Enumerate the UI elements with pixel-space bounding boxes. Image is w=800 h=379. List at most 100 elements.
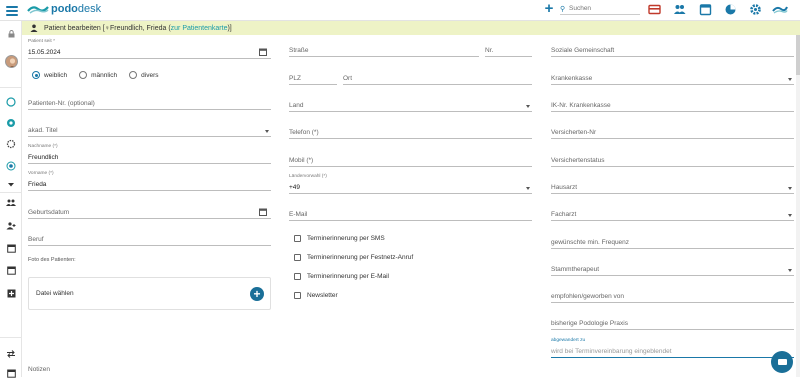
search-input[interactable] [569,5,637,12]
logo-text: pododesk [51,3,102,15]
ik-number-label: IK-Nr. Krankenkasse [551,102,611,109]
family-doctor-select[interactable]: Hausarzt [551,182,794,194]
chevron-down-icon [788,269,792,272]
sidebar-item-swap-icon[interactable] [5,348,17,360]
gear-icon[interactable] [749,3,762,16]
card-icon[interactable] [648,3,661,16]
birthdate-label: Geburtsdatum [28,209,70,216]
house-number-label: Nr. [485,47,494,54]
last-name-label: Nachname (*) [28,144,58,149]
phone-field[interactable]: Telefon (*) [289,127,532,139]
add-icon[interactable]: + [542,1,556,16]
last-name-field[interactable]: Nachname (*) Freundlich [28,144,271,164]
profession-field[interactable]: Beruf [28,234,271,246]
main-therapist-select[interactable]: Stammtherapeut [551,264,794,276]
pie-chart-icon[interactable] [724,3,737,16]
mobile-label: Mobil (*) [289,157,314,164]
sidebar-item-window-icon[interactable] [5,367,17,379]
insured-number-field[interactable]: Versicherten-Nr [551,127,794,139]
edit-patient-banner: Patient bearbeiten [♀Freundlich, Frieda … [22,21,800,35]
sidebar-item-settings-icon[interactable] [5,138,17,150]
patient-number-field[interactable]: Patienten-Nr. (optional) [28,98,271,110]
calendar-icon[interactable] [259,208,267,216]
insured-status-label: Versichertenstatus [551,157,605,164]
min-frequency-label: gewünschte min. Frequenz [551,239,630,246]
gender-diverse-radio[interactable]: divers [129,71,158,79]
sidebar-item-calendar-alt-icon[interactable] [5,264,17,276]
country-select[interactable]: Land [289,100,532,112]
gender-female-radio[interactable]: weiblich [32,71,67,79]
zip-label: PLZ [289,75,301,82]
previous-practice-label: bisherige Podologie Praxis [551,320,628,327]
add-file-button[interactable]: + [250,287,264,301]
migrated-to-field[interactable]: abgewandert zu wird bei Terminvereinbaru… [551,338,794,358]
health-insurance-select[interactable]: Krankenkasse [551,73,794,85]
country-code-value: +49 [289,184,301,191]
sidebar-item-globe-icon[interactable] [5,117,17,129]
referred-by-field[interactable]: empfohlen/geworben von [551,291,794,303]
chevron-down-icon[interactable] [5,179,17,191]
last-name-value: Freundlich [28,154,59,161]
social-community-field[interactable]: Soziale Gemeinschaft [551,45,794,57]
top-bar: pododesk + ⚲ [0,0,800,21]
patient-since-field[interactable]: Patient seit * 15.05.2024 [28,39,271,59]
search-box[interactable]: ⚲ [560,3,640,15]
first-name-field[interactable]: Vorname (*) Frieda [28,171,271,191]
first-name-label: Vorname (*) [28,171,54,176]
lock-icon[interactable] [5,28,17,40]
family-doctor-label: Hausarzt [551,184,578,191]
banner-close-text: )] [227,24,232,32]
calendar-icon[interactable] [699,3,712,16]
insured-number-label: Versicherten-Nr [551,129,597,136]
mobile-field[interactable]: Mobil (*) [289,155,532,167]
scrollbar[interactable] [796,35,800,377]
min-frequency-field[interactable]: gewünschte min. Frequenz [551,237,794,249]
avatar[interactable] [5,55,18,68]
email-field[interactable]: E-Mail [289,209,532,221]
gender-male-radio[interactable]: männlich [79,71,117,79]
zip-field[interactable]: PLZ [289,73,337,85]
sidebar-item-group-icon[interactable] [5,197,17,209]
sidebar-item-target-icon[interactable] [5,160,17,172]
phone-label: Telefon (*) [289,129,319,136]
banner-text: Patient bearbeiten [♀Freundlich, Frieda … [44,24,171,32]
migrated-to-placeholder: wird bei Terminvereinbarung eingeblendet [551,348,672,355]
chevron-down-icon [788,214,792,217]
newsletter-checkbox[interactable]: Newsletter [294,292,338,299]
country-code-select[interactable]: Ländervorwahl (*) +49 [289,174,532,194]
insured-status-field[interactable]: Versichertenstatus [551,155,794,167]
house-number-field[interactable]: Nr. [485,45,532,57]
sidebar-item-calendar-icon[interactable] [5,242,17,254]
reminder-email-checkbox[interactable]: Terminerinnerung per E-Mail [294,273,389,280]
chat-button[interactable] [771,351,793,373]
sidebar-item-patient-icon[interactable] [5,96,17,108]
birthdate-field[interactable]: Geburtsdatum [28,207,271,219]
chat-icon [777,359,787,365]
users-icon[interactable] [673,3,686,16]
specialist-select[interactable]: Facharzt [551,209,794,221]
ik-number-field[interactable]: IK-Nr. Krankenkasse [551,100,794,112]
reminder-sms-checkbox[interactable]: Terminerinnerung per SMS [294,235,385,242]
photo-upload-box[interactable]: Datei wählen + [28,277,271,310]
logo-wave-icon [27,6,49,14]
previous-practice-field[interactable]: bisherige Podologie Praxis [551,318,794,330]
academic-title-select[interactable]: akad. Titel [28,125,271,137]
calendar-icon[interactable] [259,48,267,56]
street-field[interactable]: Straße [289,45,479,57]
sidebar-item-add-user-icon[interactable] [5,220,17,232]
sidebar-item-add-box-icon[interactable] [5,287,17,299]
hamburger-menu-icon[interactable] [6,4,18,16]
patient-number-label: Patienten-Nr. (optional) [28,100,95,107]
street-label: Straße [289,47,309,54]
app-logo[interactable]: pododesk [27,3,101,15]
city-field[interactable]: Ort [343,73,532,85]
city-label: Ort [343,75,353,82]
photo-label: Foto des Patienten: [28,257,76,263]
chevron-down-icon [788,187,792,190]
patient-card-link[interactable]: zur Patientenkarte [171,25,228,32]
main-therapist-label: Stammtherapeut [551,266,600,273]
social-community-label: Soziale Gemeinschaft [551,47,615,54]
academic-title-label: akad. Titel [28,127,58,134]
wave-logo-icon[interactable] [772,3,788,16]
reminder-landline-checkbox[interactable]: Terminerinnerung per Festnetz-Anruf [294,254,413,261]
